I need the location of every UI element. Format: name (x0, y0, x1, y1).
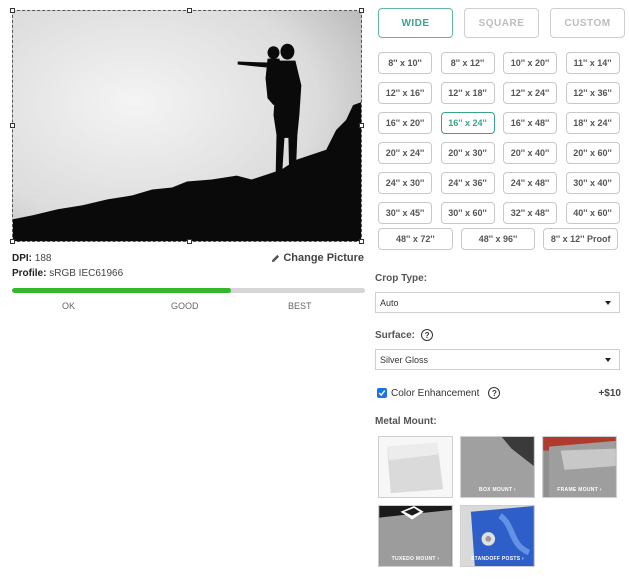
mount-option-flat[interactable] (378, 436, 453, 498)
help-icon[interactable]: ? (488, 387, 501, 399)
crop-handle-top-right[interactable] (359, 8, 364, 13)
size-option[interactable]: 20'' x 60'' (565, 142, 620, 164)
mount-option-box[interactable]: BOX MOUNT › (460, 436, 535, 498)
pencil-icon (272, 254, 280, 262)
size-option[interactable]: 16'' x 24'' (440, 112, 495, 134)
dpi-readout: DPI: 188 (12, 253, 51, 264)
quality-label-good: GOOD (171, 301, 199, 311)
crop-handle-right[interactable] (359, 123, 364, 128)
size-option[interactable]: 8'' x 10'' (378, 52, 432, 74)
caret-down-icon (605, 357, 611, 362)
crop-handle-bottom-right[interactable] (359, 239, 364, 244)
mount-caption: STANDOFF POSTS › (470, 556, 525, 562)
crop-type-label-text: Crop Type: (375, 273, 428, 284)
change-picture-button[interactable]: Change Picture (271, 252, 364, 264)
size-option[interactable]: 30'' x 45'' (378, 202, 432, 224)
size-option[interactable]: 12'' x 24'' (503, 82, 557, 104)
flat-mount-image (379, 437, 452, 497)
crop-handle-left[interactable] (10, 123, 15, 128)
size-option[interactable]: 10'' x 20'' (503, 52, 557, 74)
crop-type-select[interactable]: Auto (375, 292, 620, 313)
profile-value: sRGB IEC61966 (49, 268, 124, 279)
size-option[interactable]: 18'' x 24'' (565, 112, 620, 134)
size-option[interactable]: 12'' x 16'' (378, 82, 432, 104)
surface-label: Surface: ? (375, 329, 434, 341)
size-option[interactable]: 16'' x 20'' (378, 112, 432, 134)
dpi-label: DPI: (12, 253, 32, 264)
profile-label: Profile: (12, 268, 47, 279)
color-enhancement-price: +$10 (598, 388, 621, 399)
size-option[interactable]: 30'' x 40'' (565, 172, 620, 194)
quality-bar (12, 288, 365, 293)
tab-wide[interactable]: WIDE (378, 8, 453, 38)
size-option[interactable]: 24'' x 48'' (503, 172, 557, 194)
color-enhancement-checkbox[interactable] (377, 388, 387, 398)
size-option[interactable]: 12'' x 36'' (565, 82, 620, 104)
surface-label-text: Surface: (375, 329, 416, 341)
orientation-tabs: WIDE SQUARE CUSTOM (378, 8, 625, 38)
size-option[interactable]: 20'' x 40'' (503, 142, 557, 164)
crop-handle-top[interactable] (187, 8, 192, 13)
photo-preview[interactable] (12, 10, 362, 242)
change-picture-label: Change Picture (283, 252, 364, 264)
size-option[interactable]: 24'' x 30'' (378, 172, 432, 194)
surface-select[interactable]: Silver Gloss (375, 349, 620, 370)
size-option[interactable]: 16'' x 48'' (503, 112, 557, 134)
size-grid: 8'' x 10'' 8'' x 12'' 10'' x 20'' 11'' x 14… (378, 52, 620, 224)
size-option[interactable]: 48'' x 72'' (378, 228, 453, 250)
size-option[interactable]: 11'' x 14'' (565, 52, 620, 74)
size-option[interactable]: 30'' x 60'' (440, 202, 495, 224)
size-option[interactable]: 20'' x 30'' (440, 142, 495, 164)
metal-mount-label: Metal Mount: (375, 416, 437, 427)
mount-caption: FRAME MOUNT › (557, 487, 602, 493)
crop-type-label: Crop Type: (375, 273, 427, 284)
color-enhancement-label: Color Enhancement (391, 387, 480, 399)
size-option[interactable]: 20'' x 24'' (378, 142, 432, 164)
surface-value: Silver Gloss (380, 354, 429, 365)
quality-bar-fill (12, 288, 231, 293)
mount-option-tuxedo[interactable]: TUXEDO MOUNT › (378, 505, 453, 567)
mount-option-standoff[interactable]: STANDOFF POSTS › (460, 505, 535, 567)
dpi-value: 188 (34, 253, 52, 264)
size-option[interactable]: 8'' x 12'' Proof (543, 228, 619, 250)
mount-caption: TUXEDO MOUNT › (391, 556, 440, 562)
quality-label-ok: OK (62, 301, 76, 311)
caret-down-icon (605, 300, 611, 305)
metal-mount-label-text: Metal Mount: (375, 416, 437, 427)
color-enhancement-row: Color Enhancement ? (377, 387, 501, 399)
crop-handle-top-left[interactable] (10, 8, 15, 13)
size-grid-last-row: 48'' x 72'' 48'' x 96'' 8'' x 12'' Proof (378, 228, 619, 250)
tab-square[interactable]: SQUARE (464, 8, 539, 38)
size-option[interactable]: 8'' x 12'' (440, 52, 495, 74)
size-option[interactable]: 24'' x 36'' (440, 172, 495, 194)
size-option[interactable]: 48'' x 96'' (460, 228, 536, 250)
mount-option-frame[interactable]: FRAME MOUNT › (542, 436, 617, 498)
help-icon[interactable]: ? (421, 329, 434, 341)
checkmark-icon (378, 390, 386, 397)
tab-custom[interactable]: CUSTOM (550, 8, 625, 38)
crop-handle-bottom-left[interactable] (10, 239, 15, 244)
profile-readout: Profile: sRGB IEC61966 (12, 268, 123, 279)
silhouette-photo (13, 11, 361, 241)
crop-handle-bottom[interactable] (187, 239, 192, 244)
size-option[interactable]: 12'' x 18'' (440, 82, 495, 104)
size-option[interactable]: 40'' x 60'' (565, 202, 620, 224)
crop-type-value: Auto (380, 297, 399, 308)
quality-label-best: BEST (288, 301, 312, 311)
mount-caption: BOX MOUNT › (479, 487, 516, 493)
size-option[interactable]: 32'' x 48'' (503, 202, 557, 224)
